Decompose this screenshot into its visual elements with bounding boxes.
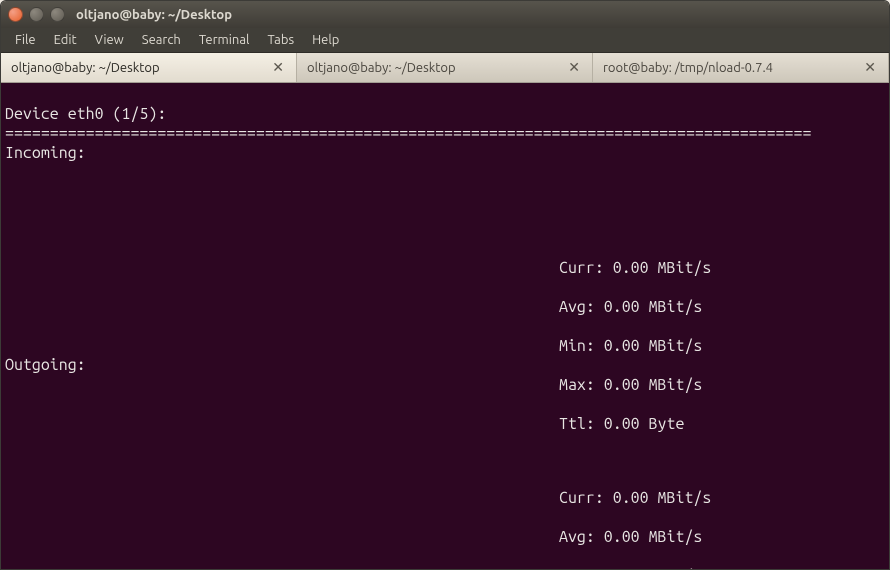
- tab-label: oltjano@baby: ~/Desktop: [11, 61, 160, 75]
- stat-avg: Avg: 0.00 MBit/s: [559, 298, 711, 318]
- tab-label: oltjano@baby: ~/Desktop: [307, 61, 456, 75]
- device-line: Device eth0 (1/5):: [5, 105, 166, 123]
- stat-min: Min: 0.00 MBit/s: [559, 337, 711, 357]
- window-buttons: [8, 7, 65, 22]
- tab-2[interactable]: oltjano@baby: ~/Desktop ✕: [297, 53, 593, 82]
- close-icon[interactable]: ✕: [566, 59, 582, 76]
- tab-3[interactable]: root@baby: /tmp/nload-0.7.4 ✕: [593, 53, 889, 82]
- titlebar[interactable]: oltjano@baby: ~/Desktop: [1, 1, 889, 28]
- menu-search[interactable]: Search: [134, 30, 189, 50]
- window-title: oltjano@baby: ~/Desktop: [72, 8, 232, 22]
- incoming-stats: Curr: 0.00 MBit/s Avg: 0.00 MBit/s Min: …: [559, 239, 711, 454]
- incoming-label: Incoming:: [5, 144, 86, 162]
- outgoing-stats: Curr: 0.00 MBit/s Avg: 0.00 MBit/s Min: …: [559, 469, 711, 569]
- minimize-icon[interactable]: [29, 7, 44, 22]
- tabbar: oltjano@baby: ~/Desktop ✕ oltjano@baby: …: [1, 53, 889, 83]
- menu-edit[interactable]: Edit: [46, 30, 85, 50]
- stat-curr: Curr: 0.00 MBit/s: [559, 259, 711, 279]
- stat-min: Min: 0.00 MBit/s: [559, 567, 711, 570]
- stat-avg: Avg: 0.00 MBit/s: [559, 528, 711, 548]
- terminal-window: oltjano@baby: ~/Desktop File Edit View S…: [0, 0, 890, 570]
- stat-curr: Curr: 0.00 MBit/s: [559, 489, 711, 509]
- close-icon[interactable]: ✕: [270, 59, 286, 76]
- close-icon[interactable]: ✕: [862, 59, 878, 76]
- close-icon[interactable]: [8, 7, 23, 22]
- menu-help[interactable]: Help: [304, 30, 347, 50]
- tab-1[interactable]: oltjano@baby: ~/Desktop ✕: [1, 53, 297, 82]
- menu-view[interactable]: View: [87, 30, 132, 50]
- terminal-output[interactable]: Device eth0 (1/5): =====================…: [1, 83, 889, 569]
- menu-tabs[interactable]: Tabs: [259, 30, 302, 50]
- menu-file[interactable]: File: [7, 30, 44, 50]
- menu-terminal[interactable]: Terminal: [191, 30, 258, 50]
- separator-line: ========================================…: [5, 124, 811, 142]
- menubar: File Edit View Search Terminal Tabs Help: [1, 28, 889, 53]
- outgoing-label: Outgoing:: [5, 356, 86, 376]
- maximize-icon[interactable]: [50, 7, 65, 22]
- stat-ttl: Ttl: 0.00 Byte: [559, 415, 711, 435]
- stat-max: Max: 0.00 MBit/s: [559, 376, 711, 396]
- tab-label: root@baby: /tmp/nload-0.7.4: [603, 61, 773, 75]
